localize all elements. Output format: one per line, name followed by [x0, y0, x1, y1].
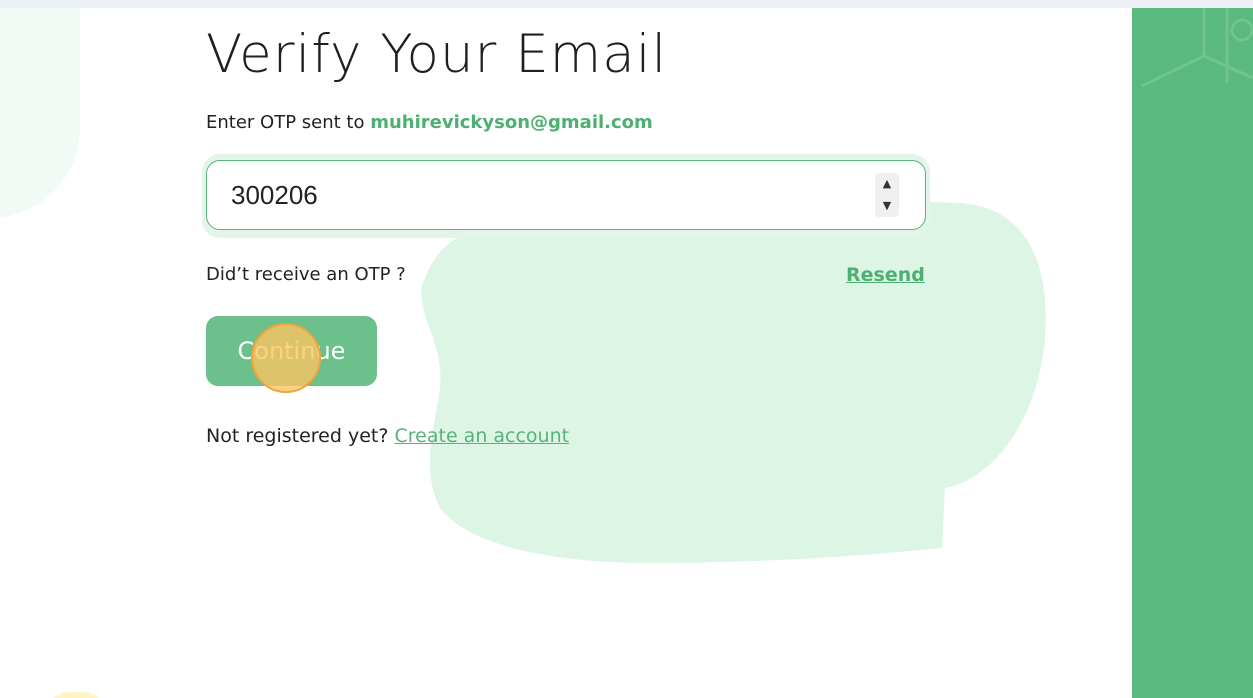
page-title: Verify Your Email [206, 24, 668, 85]
verify-page: Verify Your Email Enter OTP sent to muhi… [0, 8, 1253, 698]
spinner-down-icon[interactable]: ▼ [875, 195, 899, 217]
recipient-email: muhirevickyson@gmail.com [370, 112, 653, 133]
decorative-pattern-icon [1141, 8, 1253, 88]
spinner-up-icon[interactable]: ▲ [875, 173, 899, 195]
otp-input[interactable] [206, 160, 926, 230]
resend-prompt: Did’t receive an OTP ? [206, 264, 406, 285]
otp-instruction-prefix: Enter OTP sent to [206, 112, 365, 133]
resend-link[interactable]: Resend [846, 264, 925, 286]
click-indicator [251, 323, 321, 393]
otp-spinner[interactable]: ▲ ▼ [875, 173, 899, 217]
register-prompt-text: Not registered yet? [206, 425, 389, 447]
register-prompt: Not registered yet? Create an account [206, 425, 569, 447]
otp-instruction: Enter OTP sent to muhirevickyson@gmail.c… [206, 112, 653, 133]
create-account-link[interactable]: Create an account [395, 425, 570, 447]
right-brand-panel [1132, 8, 1253, 698]
decorative-blob-left [0, 8, 80, 218]
decorative-corner-dot [48, 692, 104, 698]
